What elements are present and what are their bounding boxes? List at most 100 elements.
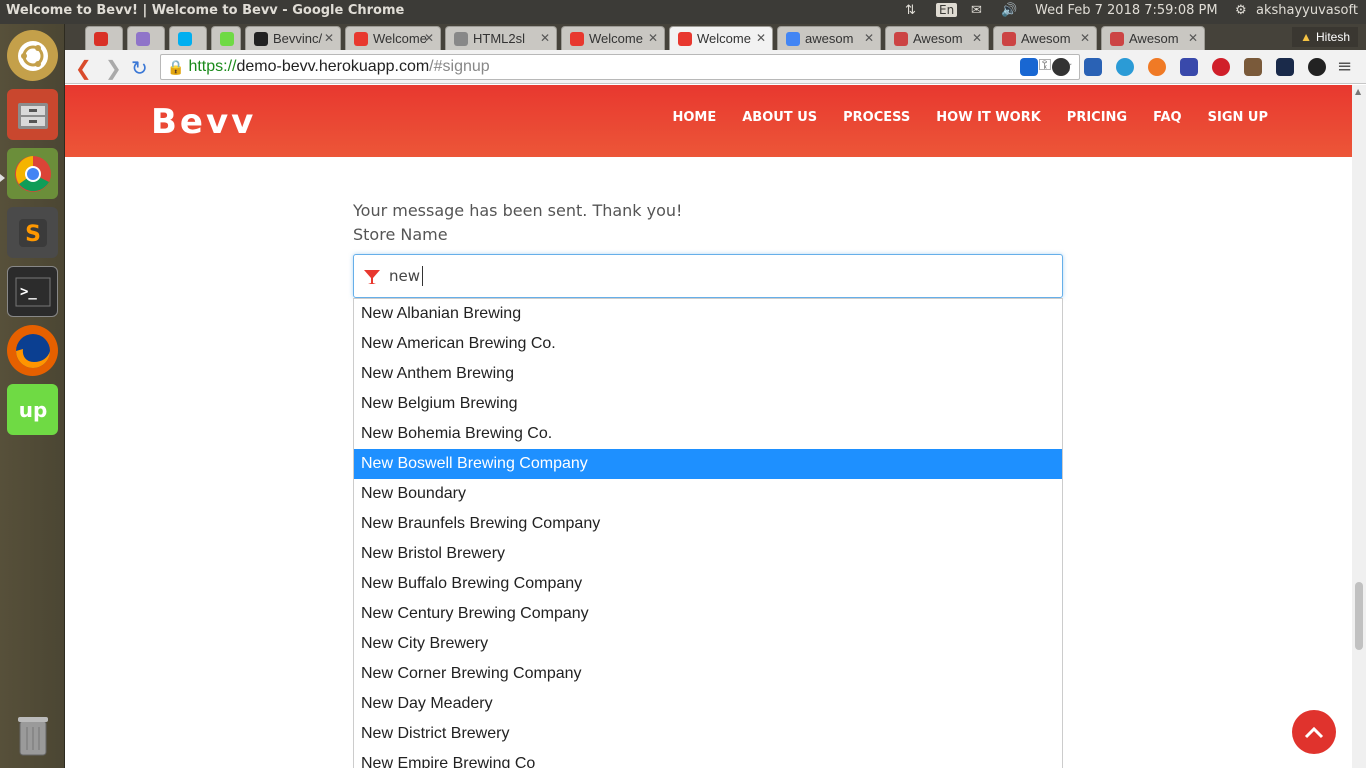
n-extension-icon[interactable] (1276, 58, 1294, 76)
suggestion-item[interactable]: New District Brewery (354, 719, 1062, 749)
nav-link-faq[interactable]: FAQ (1153, 110, 1182, 125)
color-extension-icon[interactable] (1308, 58, 1326, 76)
nav-link-process[interactable]: PROCESS (843, 110, 910, 125)
record-extension-icon[interactable] (1052, 58, 1070, 76)
url-path: /#signup (429, 58, 490, 75)
firefox-icon[interactable] (7, 325, 58, 376)
eyedropper-extension-icon[interactable] (1244, 58, 1262, 76)
suggestion-item[interactable]: New Boswell Brewing Company (354, 449, 1062, 479)
tab-close-icon[interactable]: ✕ (1080, 31, 1090, 45)
launcher: S >_ up (0, 24, 65, 768)
terminal-icon[interactable]: >_ (7, 266, 58, 317)
profile-button[interactable]: ▲ Hitesh (1292, 27, 1358, 47)
browser-tab[interactable]: Bevvinc/✕ (245, 26, 341, 50)
scroll-up-arrow-icon[interactable]: ▲ (1355, 87, 1361, 96)
browser-tab[interactable]: Welcome ✕ (345, 26, 441, 50)
store-name-label: Store Name (353, 225, 448, 244)
mail-icon[interactable]: ✉ (971, 3, 982, 18)
chrome-menu-icon[interactable]: ≡ (1337, 56, 1352, 77)
browser-tab[interactable]: Welcome ✕ (561, 26, 665, 50)
keyboard-indicator[interactable]: En (936, 3, 958, 17)
browser-tab[interactable]: Awesom ✕ (993, 26, 1097, 50)
browser-tab[interactable] (169, 26, 207, 50)
globe-extension-icon[interactable] (1116, 58, 1134, 76)
reload-icon[interactable]: ↻ (131, 56, 148, 80)
clock[interactable]: Wed Feb 7 2018 7:59:08 PM (1035, 3, 1218, 18)
upload-extension-icon[interactable] (1084, 58, 1102, 76)
suggestion-item[interactable]: New Buffalo Brewing Company (354, 569, 1062, 599)
awesome-icon (894, 31, 908, 46)
browser-tab[interactable] (211, 26, 241, 50)
suggestion-item[interactable]: New Braunfels Brewing Company (354, 509, 1062, 539)
sublime-text-icon[interactable]: S (7, 207, 58, 258)
site-logo[interactable]: Bevv (151, 102, 256, 142)
browser-tab[interactable] (127, 26, 165, 50)
tab-label: Awesom (1021, 31, 1071, 46)
tab-close-icon[interactable]: ✕ (1188, 31, 1198, 45)
suggestion-item[interactable]: New Corner Brewing Company (354, 659, 1062, 689)
tab-strip: Bevvinc/✕ Welcome ✕ HTML2sl ✕ Welcome ✕ Welcome… (65, 24, 1366, 50)
site-nav: HOME ABOUT US PROCESS HOW IT WORK PRICING FAQ… (672, 110, 1268, 125)
chrome-icon[interactable] (7, 148, 58, 199)
tab-close-icon[interactable]: ✕ (424, 31, 434, 45)
suggestion-item[interactable]: New City Brewery (354, 629, 1062, 659)
running-indicator (0, 174, 5, 182)
nav-link-sign-up[interactable]: SIGN UP (1208, 110, 1268, 125)
trash-icon[interactable] (7, 709, 58, 760)
store-name-input[interactable]: new (353, 254, 1063, 298)
files-icon[interactable] (7, 89, 58, 140)
suggestion-item[interactable]: New Empire Brewing Co (354, 749, 1062, 768)
lifebuoy-extension-icon[interactable] (1148, 58, 1166, 76)
forward-icon[interactable]: ❯ (105, 56, 122, 80)
tab-close-icon[interactable]: ✕ (756, 31, 766, 45)
pinterest-extension-icon[interactable] (1212, 58, 1230, 76)
browser-tab[interactable]: Welcome ✕ (669, 26, 773, 50)
nav-link-how-it-work[interactable]: HOW IT WORK (936, 110, 1041, 125)
tab-close-icon[interactable]: ✕ (540, 31, 550, 45)
suggestion-item[interactable]: New Century Brewing Company (354, 599, 1062, 629)
key-icon[interactable]: ⚿ (1039, 57, 1051, 75)
suggestion-item[interactable]: New Bristol Brewery (354, 539, 1062, 569)
suggestion-item[interactable]: New Bohemia Brewing Co. (354, 419, 1062, 449)
nav-link-pricing[interactable]: PRICING (1067, 110, 1127, 125)
text-caret (422, 266, 423, 286)
gear-icon[interactable]: ⚙ (1235, 3, 1247, 18)
browser-tab[interactable] (85, 26, 123, 50)
network-icon[interactable]: ⇅ (905, 3, 916, 18)
browser-tab[interactable]: HTML2sl ✕ (445, 26, 557, 50)
nav-link-about-us[interactable]: ABOUT US (742, 110, 817, 125)
scrollbar-thumb[interactable] (1355, 582, 1363, 650)
tab-close-icon[interactable]: ✕ (324, 31, 334, 45)
tab-label: Awesom (1129, 31, 1179, 46)
tab-label: Welcome (697, 31, 751, 46)
site-header: Bevv HOME ABOUT US PROCESS HOW IT WORK PRICI… (65, 85, 1352, 157)
suggestion-item[interactable]: New Day Meadery (354, 689, 1062, 719)
tab-close-icon[interactable]: ✕ (864, 31, 874, 45)
inbox-extension-icon[interactable] (1020, 58, 1038, 76)
suggestion-item[interactable]: New American Brewing Co. (354, 329, 1062, 359)
browser-tab[interactable]: awesom ✕ (777, 26, 881, 50)
tab-close-icon[interactable]: ✕ (648, 31, 658, 45)
page-scrollbar[interactable]: ▲ (1352, 85, 1366, 768)
zotero-extension-icon[interactable] (1180, 58, 1198, 76)
warning-icon: ▲ (1300, 30, 1312, 44)
browser-tab[interactable]: Awesom ✕ (1101, 26, 1205, 50)
suggestion-item[interactable]: New Anthem Brewing (354, 359, 1062, 389)
tab-label: awesom (805, 31, 854, 46)
volume-icon[interactable]: 🔊 (1001, 3, 1017, 18)
suggestion-item[interactable]: New Albanian Brewing (354, 299, 1062, 329)
awesome-icon (1110, 31, 1124, 46)
upwork-icon[interactable]: up (7, 384, 58, 435)
suggestion-item[interactable]: New Boundary (354, 479, 1062, 509)
tab-close-icon[interactable]: ✕ (972, 31, 982, 45)
back-icon[interactable]: ❮ (75, 56, 92, 80)
address-bar[interactable]: 🔒 https:// demo-bevv.herokuapp.com /#sig… (160, 54, 1080, 80)
suggestion-item[interactable]: New Belgium Brewing (354, 389, 1062, 419)
scroll-to-top-button[interactable] (1292, 710, 1336, 754)
browser-tab[interactable]: Awesom ✕ (885, 26, 989, 50)
h-icon (136, 31, 150, 46)
google-icon (786, 31, 800, 46)
user-name[interactable]: akshayyuvasoft (1256, 3, 1358, 18)
nav-link-home[interactable]: HOME (672, 110, 716, 125)
ubuntu-dash-icon[interactable] (7, 30, 58, 81)
